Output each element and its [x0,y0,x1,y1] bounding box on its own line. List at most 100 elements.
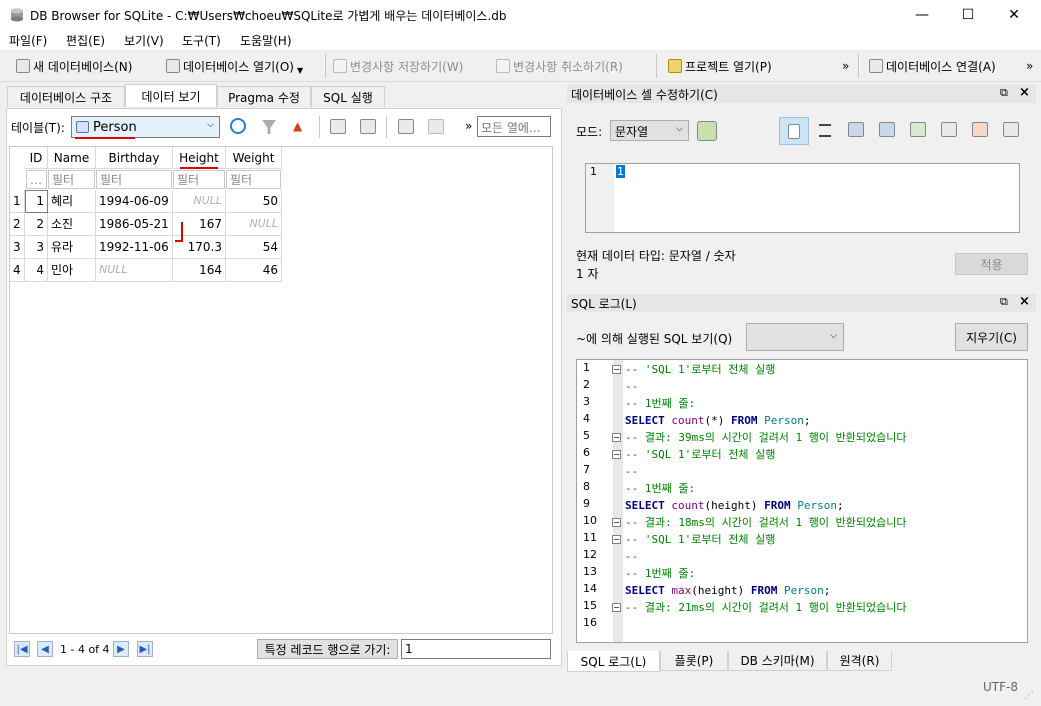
table-select[interactable]: Person ⌵ [71,116,220,138]
first-page-button[interactable]: |◀ [14,641,30,657]
sql-log-dock-header: SQL 로그(L) [567,294,1036,312]
apply-button[interactable]: 적용 [955,253,1028,275]
clear-cell-icon[interactable] [972,122,988,137]
open-project-button[interactable]: 프로젝트 열기(P) [668,57,772,75]
toolbar-overflow-button-2[interactable]: » [1026,57,1033,75]
row-number[interactable]: 3 [10,236,25,259]
save-table-icon[interactable] [330,119,346,134]
cell-editor[interactable]: 1 1 [585,163,1020,233]
row-number[interactable]: 2 [10,213,25,236]
tab-db-schema[interactable]: DB 스키마(M) [728,651,827,671]
browse-toolbar-overflow[interactable]: » [465,119,472,133]
tab-plot[interactable]: 플롯(P) [660,651,728,671]
word-wrap-icon[interactable] [819,124,831,137]
filter-weight-input[interactable]: 필터 [226,170,281,189]
write-changes-button[interactable]: 변경사항 저장하기(W) [333,57,463,75]
filter-name-input[interactable]: 필터 [48,170,95,189]
cell-name[interactable]: 혜리 [48,190,96,213]
fold-toggle-icon[interactable]: − [612,450,621,459]
fold-toggle-icon[interactable]: − [612,433,621,442]
menu-file[interactable]: 파일(F) [9,32,47,49]
filter-height-input[interactable]: 필터 [173,170,225,189]
row-number[interactable]: 4 [10,259,25,282]
clear-log-button[interactable]: 지우기(C) [955,323,1028,351]
print-icon[interactable] [360,119,376,134]
float-icon[interactable]: ⧉ [1000,295,1008,309]
cell-birthday[interactable]: 1986-05-21 [96,213,173,236]
auto-switch-mode-icon[interactable] [697,121,717,141]
column-header-birthday[interactable]: Birthday [96,147,173,169]
export-icon[interactable] [879,122,895,137]
cell-name[interactable]: 민아 [48,259,96,282]
last-page-button[interactable]: ▶| [137,641,153,657]
log-line: -- 결과: 18ms의 시간이 걸려서 1 행이 반환되었습니다 [625,516,907,529]
cell-weight[interactable]: 54 [226,236,282,259]
column-header-name[interactable]: Name [48,147,96,169]
open-database-button[interactable]: 데이터베이스 열기(O) ▼ [166,57,303,75]
cell-name[interactable]: 유라 [48,236,96,259]
toolbar-overflow-button[interactable]: » [842,57,849,75]
menu-help[interactable]: 도움말(H) [240,32,292,49]
menu-edit[interactable]: 편집(E) [66,32,105,49]
cell-id[interactable]: 3 [25,236,48,259]
attach-database-button[interactable]: 데이터베이스 연결(A) [869,57,996,75]
cell-id[interactable]: 2 [25,213,48,236]
close-button[interactable]: ✕ [991,0,1037,30]
filter-id-input[interactable]: … [26,170,47,189]
cell-weight[interactable]: 46 [226,259,282,282]
cell-birthday[interactable]: 1994-06-09 [96,190,173,213]
fold-toggle-icon[interactable]: − [612,365,621,374]
sql-log-editor[interactable]: 1− -- 'SQL 1'로부터 전체 실행 2 -- 3 -- 1번째 줄: 4 SELEC… [576,359,1028,643]
import-icon[interactable] [848,122,864,137]
print-cell-icon[interactable] [1003,122,1019,137]
tab-execute-sql[interactable]: SQL 실행 [311,86,385,107]
cell-birthday[interactable]: 1992-11-06 [96,236,173,259]
set-null-icon[interactable] [910,122,926,137]
sql-source-select[interactable]: ⌵ [746,323,844,351]
refresh-icon[interactable] [230,118,246,134]
close-icon[interactable]: × [1019,85,1030,100]
previous-page-button[interactable]: ◀ [37,641,53,657]
tab-edit-pragmas[interactable]: Pragma 수정 [217,86,311,107]
cell-birthday-null[interactable]: NULL [96,259,173,282]
column-header-id[interactable]: ID [25,147,48,169]
fold-toggle-icon[interactable]: − [612,603,621,612]
dropdown-arrow-icon[interactable]: ▼ [297,66,303,75]
maximize-button[interactable]: ☐ [945,0,991,30]
revert-changes-button[interactable]: 변경사항 취소하기(R) [496,57,623,75]
minimize-button[interactable]: — [899,0,945,30]
menu-view[interactable]: 보기(V) [124,32,164,49]
goto-record-button[interactable]: 특정 레코드 행으로 가기: [257,639,398,659]
filter-birthday-input[interactable]: 필터 [96,170,172,189]
cell-id[interactable]: 1 [25,190,48,213]
cell-height-null[interactable]: NULL [173,190,226,213]
next-page-button[interactable]: ▶ [113,641,129,657]
column-header-height[interactable]: Height [173,147,226,169]
goto-record-input[interactable]: 1 [401,639,551,659]
fold-toggle-icon[interactable]: − [612,535,621,544]
global-filter-input[interactable]: 모든 열에... [477,116,551,137]
set-as-null-icon[interactable] [941,122,957,137]
fold-toggle-icon[interactable]: − [612,518,621,527]
insert-record-icon[interactable] [398,119,414,134]
tab-browse-data[interactable]: 데이터 보기 [125,84,217,107]
float-icon[interactable]: ⧉ [1000,86,1008,100]
cell-weight[interactable]: 50 [226,190,282,213]
tab-remote[interactable]: 원격(R) [827,651,892,671]
new-database-button[interactable]: 새 데이터베이스(N) [16,57,132,75]
cell-name[interactable]: 소진 [48,213,96,236]
column-header-weight[interactable]: Weight [226,147,282,169]
tab-sql-log[interactable]: SQL 로그(L) [567,651,660,672]
close-icon[interactable]: × [1019,294,1030,309]
cell-id[interactable]: 4 [25,259,48,282]
delete-record-icon[interactable] [428,119,444,134]
cell-weight-null[interactable]: NULL [226,213,282,236]
cell-height[interactable]: 164 [173,259,226,282]
tab-database-structure[interactable]: 데이터베이스 구조 [7,86,125,107]
text-mode-button[interactable] [779,117,809,145]
row-number[interactable]: 1 [10,190,25,213]
sort-icon[interactable]: ▲ [293,119,307,133]
mode-select[interactable]: 문자열 ⌵ [610,120,689,141]
menu-tools[interactable]: 도구(T) [182,32,221,49]
editor-selected-text[interactable]: 1 [616,165,625,178]
